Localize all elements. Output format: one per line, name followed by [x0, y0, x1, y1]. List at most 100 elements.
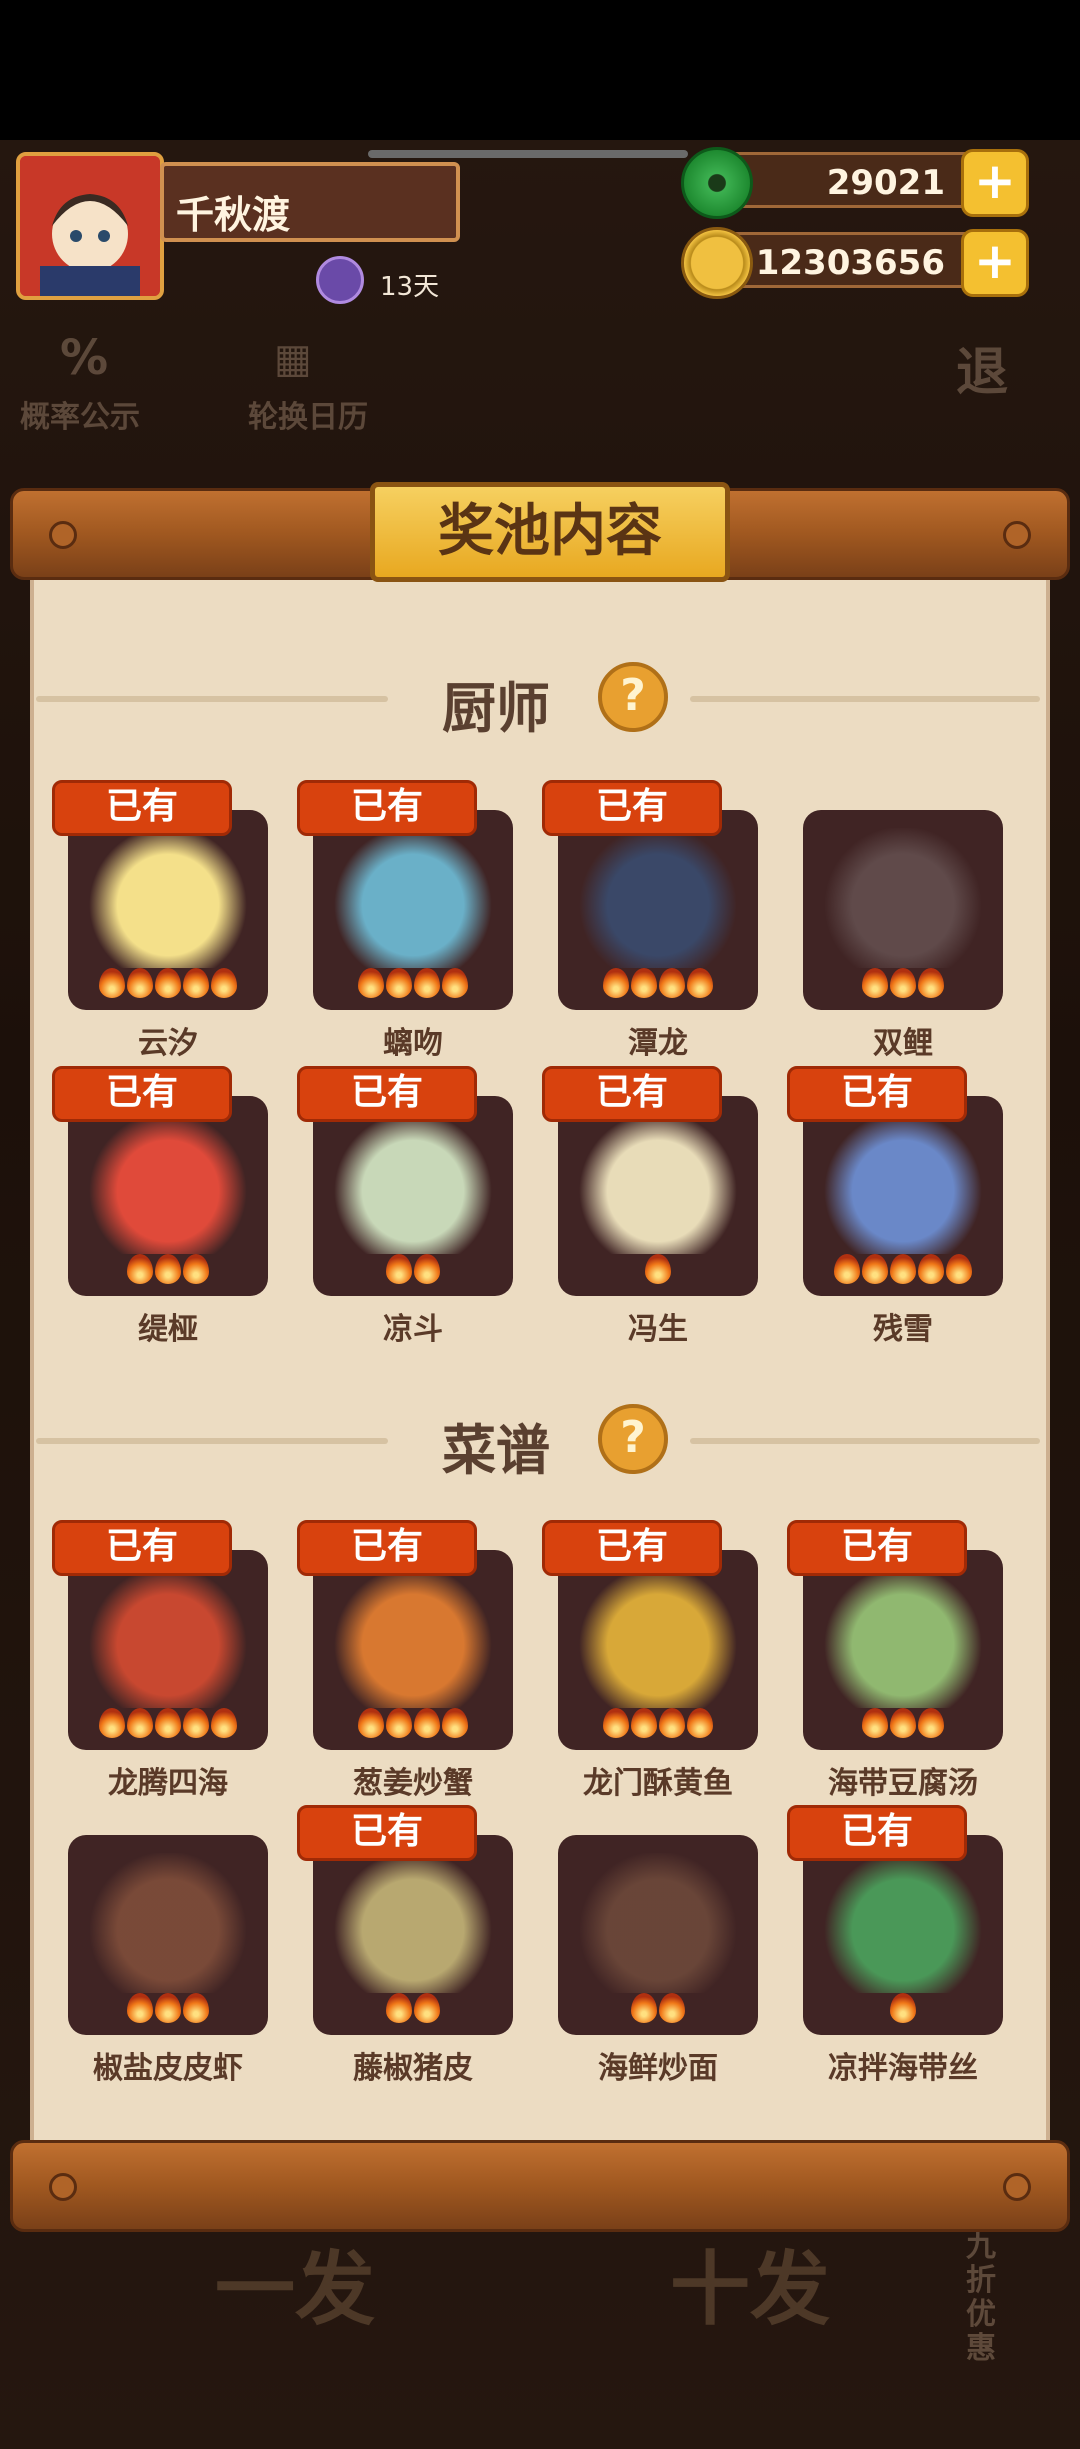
chef-portrait-icon: [821, 828, 985, 968]
chef-card[interactable]: [803, 810, 1003, 1010]
star-rating: [68, 1254, 268, 1288]
chef-name: 潭龙: [628, 1026, 688, 1061]
flame-star-icon: [862, 1708, 888, 1738]
chef-name: 缇桠: [138, 1312, 198, 1347]
chef-card[interactable]: 已有: [542, 780, 758, 1010]
single-draw-button[interactable]: 一发: [215, 2225, 375, 2341]
recipe-portrait-icon: [331, 1853, 495, 1993]
member-icon: [316, 256, 364, 304]
recipe-section-title: 菜谱: [442, 1419, 550, 1482]
chef-section-title: 厨师: [442, 677, 550, 740]
star-rating: [803, 1708, 1003, 1742]
star-rating: [558, 968, 758, 1002]
chef-card[interactable]: 已有: [297, 1066, 513, 1296]
chef-card[interactable]: 已有: [52, 1066, 268, 1296]
flame-star-icon: [386, 1993, 412, 2023]
recipe-name: 凉拌海带丝: [828, 2051, 978, 2086]
flame-star-icon: [414, 1254, 440, 1284]
owned-badge: 已有: [52, 1520, 232, 1576]
recipe-card[interactable]: 已有: [787, 1805, 1003, 2035]
flame-star-icon: [890, 1708, 916, 1738]
recipe-card[interactable]: 已有: [297, 1520, 513, 1750]
chef-card[interactable]: 已有: [297, 780, 513, 1010]
flame-star-icon: [183, 968, 209, 998]
coin-counter: 12303656 +: [681, 227, 1029, 299]
owned-badge: 已有: [297, 1805, 477, 1861]
star-rating: [558, 1254, 758, 1288]
ten-draw-button[interactable]: 十发: [670, 2225, 830, 2341]
recipe-help-icon[interactable]: ?: [598, 1404, 668, 1474]
owned-badge: 已有: [52, 1066, 232, 1122]
flame-star-icon: [414, 968, 440, 998]
flame-star-icon: [862, 968, 888, 998]
recipe-portrait-icon: [821, 1853, 985, 1993]
flame-star-icon: [211, 1708, 237, 1738]
flame-star-icon: [659, 1993, 685, 2023]
recipe-name: 海带豆腐汤: [828, 1766, 978, 1801]
star-rating: [313, 1708, 513, 1742]
flame-star-icon: [414, 1708, 440, 1738]
status-bar-area: [0, 0, 1080, 140]
flame-star-icon: [631, 1708, 657, 1738]
jade-value: 29021: [826, 163, 945, 203]
flame-star-icon: [918, 1254, 944, 1284]
percent-icon: %: [60, 330, 109, 386]
chef-portrait-icon: [331, 1114, 495, 1254]
star-rating: [313, 1993, 513, 2027]
flame-star-icon: [687, 968, 713, 998]
recipe-card[interactable]: 已有: [52, 1520, 268, 1750]
owned-badge: 已有: [542, 1520, 722, 1576]
owned-badge: 已有: [542, 780, 722, 836]
flame-star-icon: [358, 968, 384, 998]
exit-button[interactable]: 退: [956, 330, 1008, 405]
chef-portrait-icon: [86, 1114, 250, 1254]
flame-star-icon: [862, 1254, 888, 1284]
flame-star-icon: [155, 968, 181, 998]
rotation-calendar-label: 轮换日历: [248, 400, 368, 435]
recipe-portrait-icon: [331, 1568, 495, 1708]
probability-label: 概率公示: [20, 400, 140, 435]
flame-star-icon: [603, 968, 629, 998]
chef-card[interactable]: 已有: [787, 1066, 1003, 1296]
recipe-name: 海鲜炒面: [598, 2051, 718, 2086]
owned-badge: 已有: [52, 780, 232, 836]
chef-section-header: 厨师 ?: [30, 658, 1050, 740]
coin-icon: [681, 227, 753, 299]
chef-portrait-icon: [576, 1114, 740, 1254]
recipe-portrait-icon: [576, 1853, 740, 1993]
flame-star-icon: [918, 1708, 944, 1738]
flame-star-icon: [890, 1254, 916, 1284]
chef-card[interactable]: 已有: [52, 780, 268, 1010]
star-rating: [313, 1254, 513, 1288]
calendar-icon: ▦: [274, 336, 312, 382]
star-rating: [68, 1708, 268, 1742]
recipe-card[interactable]: 已有: [787, 1520, 1003, 1750]
recipe-name: 龙门酥黄鱼: [583, 1766, 733, 1801]
recipe-name: 葱姜炒蟹: [353, 1766, 473, 1801]
recipe-card[interactable]: [68, 1835, 268, 2035]
add-jade-button[interactable]: +: [961, 149, 1029, 217]
recipe-card[interactable]: 已有: [297, 1805, 513, 2035]
star-rating: [68, 1993, 268, 2027]
flame-star-icon: [946, 1254, 972, 1284]
recipe-name: 龙腾四海: [108, 1766, 228, 1801]
recipe-name: 藤椒猪皮: [353, 2051, 473, 2086]
chef-help-icon[interactable]: ?: [598, 662, 668, 732]
chef-portrait-icon: [576, 828, 740, 968]
recipe-portrait-icon: [86, 1568, 250, 1708]
recipe-card[interactable]: [558, 1835, 758, 2035]
scroll-bottom-rod: [10, 2140, 1070, 2232]
star-rating: [313, 968, 513, 1002]
recipe-card[interactable]: 已有: [542, 1520, 758, 1750]
chef-card[interactable]: 已有: [542, 1066, 758, 1296]
avatar[interactable]: [16, 152, 164, 300]
recipe-name: 椒盐皮皮虾: [93, 2051, 243, 2086]
chef-name: 螭吻: [383, 1026, 443, 1061]
panel-title: 奖池内容: [370, 482, 730, 582]
flame-star-icon: [127, 1708, 153, 1738]
flame-star-icon: [183, 1708, 209, 1738]
add-coins-button[interactable]: +: [961, 229, 1029, 297]
owned-badge: 已有: [787, 1520, 967, 1576]
jade-counter: 29021 +: [681, 147, 1029, 219]
coin-value: 12303656: [755, 243, 945, 283]
